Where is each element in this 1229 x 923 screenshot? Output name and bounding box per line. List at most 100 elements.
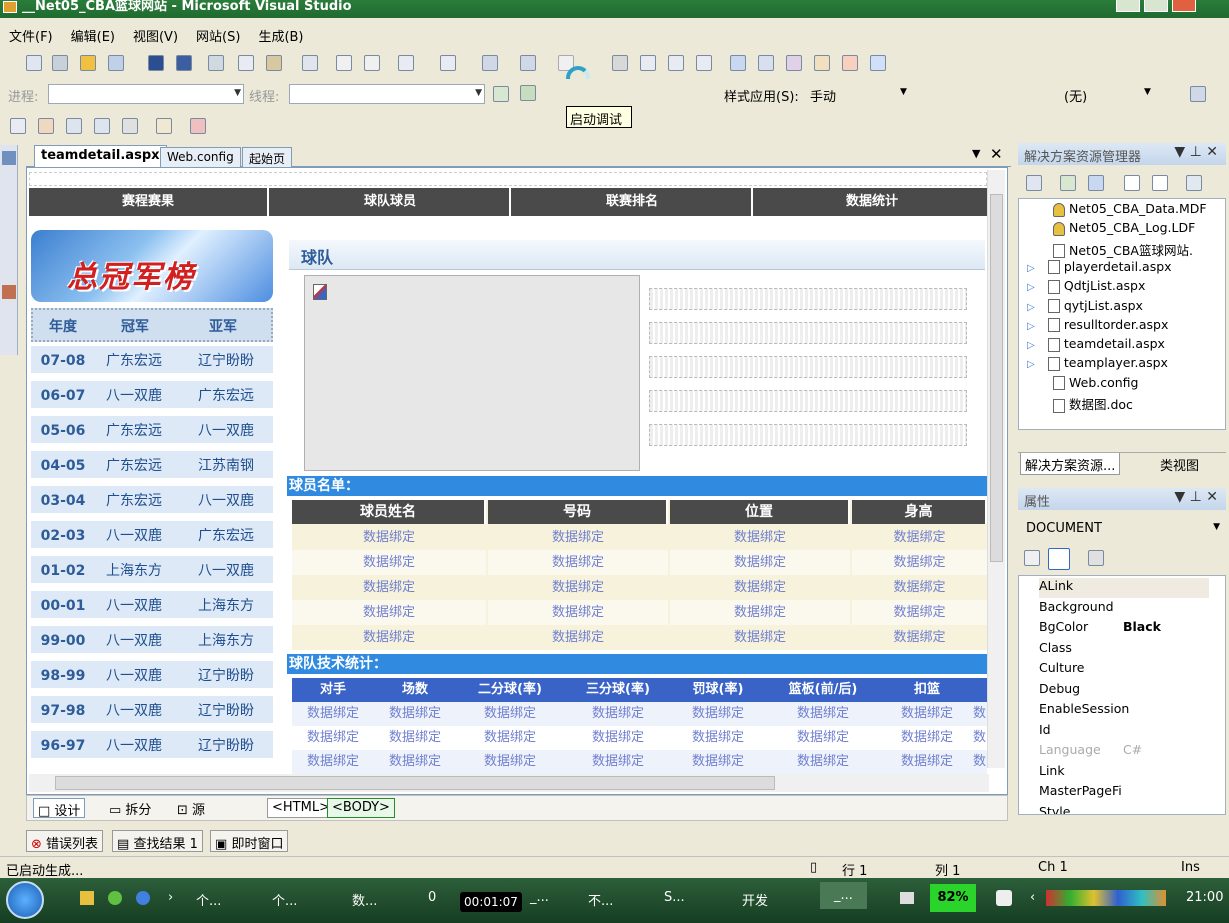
indent-icon[interactable] [10, 118, 26, 134]
minimize-button[interactable] [1116, 0, 1140, 12]
expand-icon[interactable]: ▷ [1027, 282, 1038, 293]
filter-icon[interactable] [493, 86, 509, 102]
format-icon[interactable] [156, 118, 172, 134]
toolbox-strip[interactable] [0, 145, 18, 355]
expand-icon[interactable]: ▷ [1027, 359, 1038, 370]
taskbar-item[interactable]: 0 [428, 890, 436, 905]
tab-start-page[interactable]: 起始页 [242, 147, 293, 167]
menu-build[interactable]: 生成(B) [249, 22, 312, 45]
taskbar-item[interactable]: 开发 [742, 890, 768, 909]
expand-icon[interactable]: ▷ [1027, 263, 1038, 274]
taskbar-item[interactable]: _... [530, 890, 549, 905]
tab-immediate-window[interactable]: ▣ 即时窗口 [210, 830, 289, 852]
navigate-forward-icon[interactable] [520, 55, 536, 71]
copy-icon[interactable] [238, 55, 254, 71]
redo-icon[interactable] [440, 55, 456, 71]
nav-ranking[interactable]: 联赛排名 [513, 188, 753, 216]
solution-file-item[interactable]: ▷ resulltorder.aspx [1027, 317, 1168, 336]
design-view-button[interactable]: □ 设计 [33, 798, 86, 819]
design-surface[interactable]: 赛程赛果 球队球员 联赛排名 数据统计 总冠军榜 年度 冠军 亚军 07-08 广… [26, 167, 1008, 795]
property-row[interactable]: Culture [1039, 660, 1209, 680]
copy-website-icon[interactable] [1186, 175, 1202, 191]
property-value[interactable]: C# [1123, 742, 1142, 757]
toolbox-icon[interactable] [814, 55, 830, 71]
open-folder-icon[interactable] [80, 55, 96, 71]
tab-find-results[interactable]: ▤ 查找结果 1 [112, 830, 203, 852]
menu-website[interactable]: 网站(S) [187, 22, 249, 45]
vertical-scroll-thumb[interactable] [990, 194, 1003, 562]
property-value[interactable]: Black [1123, 619, 1161, 634]
table-icon[interactable] [66, 118, 82, 134]
style-apply-value[interactable]: 手动 [810, 86, 836, 105]
taskbar-item[interactable]: 个... [196, 890, 221, 909]
close-document-icon[interactable]: ✕ [990, 145, 1003, 163]
power-plug-icon[interactable] [996, 890, 1012, 906]
taskbar-item[interactable]: 不... [588, 890, 613, 909]
properties-panel-controls-icon[interactable]: ▼ ⊥ ✕ [1174, 489, 1218, 505]
solution-explorer-icon[interactable] [730, 55, 746, 71]
tray-expand-icon[interactable]: ‹ [1030, 890, 1035, 905]
browser-icon[interactable] [136, 891, 150, 905]
property-row[interactable]: Language C# [1039, 742, 1209, 762]
quick-launch-2-icon[interactable] [108, 891, 122, 905]
property-pages-icon[interactable] [1088, 550, 1104, 566]
design-vertical-scrollbar[interactable] [987, 170, 1005, 768]
open-file-icon[interactable] [108, 55, 124, 71]
toolbox-icon[interactable] [2, 285, 16, 299]
tab-error-list[interactable]: ⊗ 错误列表 [26, 830, 104, 852]
extensions-icon[interactable] [842, 55, 858, 71]
solution-file-item[interactable]: ▷ QdtjList.aspx [1027, 278, 1145, 297]
solution-file-item[interactable]: ▷ teamplayer.aspx [1027, 355, 1168, 374]
panel-controls-icon[interactable]: ▼ ⊥ ✕ [1174, 144, 1218, 160]
menu-edit[interactable]: 编辑(E) [62, 22, 124, 45]
property-row[interactable]: Style [1039, 804, 1209, 815]
tab-solution-explorer[interactable]: 解决方案资源... [1020, 453, 1121, 475]
source-view-button[interactable]: ⊡ 源 [173, 798, 209, 818]
taskbar-item[interactable]: _... [820, 882, 867, 909]
object-dropdown-icon[interactable]: ▼ [1213, 522, 1220, 532]
property-row[interactable]: ALink [1039, 578, 1209, 598]
taskbar-item[interactable]: S... [664, 890, 685, 905]
new-project-icon[interactable] [26, 55, 42, 71]
start-button[interactable] [6, 881, 44, 919]
navigate-icon[interactable] [482, 55, 498, 71]
uncomment-icon[interactable] [364, 55, 380, 71]
solution-file-item[interactable]: 数据图.doc [1053, 394, 1133, 413]
nav-stats[interactable]: 数据统计 [755, 188, 989, 216]
property-row[interactable]: MasterPageFi [1039, 783, 1209, 803]
horizontal-scroll-thumb[interactable] [55, 776, 775, 790]
add-item-icon[interactable] [52, 55, 68, 71]
property-row[interactable]: Class [1039, 640, 1209, 660]
alphabetical-icon[interactable] [1048, 548, 1070, 570]
taskbar-item[interactable]: 数... [352, 890, 377, 909]
layout-icon[interactable] [1190, 86, 1206, 102]
window-icon[interactable] [870, 55, 886, 71]
tab-web-config[interactable]: Web.config [160, 147, 241, 167]
properties-small-icon[interactable] [1026, 175, 1042, 191]
nav-teams[interactable]: 球队球员 [271, 188, 511, 216]
tab-list-dropdown-icon[interactable]: ▼ [972, 147, 980, 160]
form-icon[interactable] [38, 118, 54, 134]
solution-file-item[interactable]: ▷ playerdetail.aspx [1027, 259, 1172, 278]
tag-body-button[interactable]: <BODY> [327, 798, 395, 818]
tab-teamdetail[interactable]: teamdetail.aspx [34, 145, 167, 167]
solution-file-item[interactable]: Web.config [1053, 375, 1138, 394]
paste-icon[interactable] [266, 55, 282, 71]
property-row[interactable]: Background [1039, 599, 1209, 619]
target-schema-value[interactable]: (无) [1064, 86, 1087, 105]
div-icon[interactable] [94, 118, 110, 134]
system-tray-icons[interactable] [1046, 890, 1166, 906]
categorized-icon[interactable] [1024, 550, 1040, 566]
nest-files-icon[interactable] [1088, 175, 1104, 191]
solution-file-item[interactable]: Net05_CBA_Log.LDF [1053, 220, 1195, 239]
step-into-icon[interactable] [640, 55, 656, 71]
view-designer-icon[interactable] [1152, 175, 1168, 191]
design-horizontal-scrollbar[interactable] [29, 774, 989, 792]
nav-schedule[interactable]: 赛程赛果 [29, 188, 269, 216]
menu-file[interactable]: 文件(F) [0, 22, 62, 45]
object-browser-icon[interactable] [786, 55, 802, 71]
tag-html-button[interactable]: <HTML> [267, 798, 335, 818]
close-button[interactable] [1172, 0, 1196, 12]
solution-file-item[interactable]: Net05_CBA篮球网站. [1053, 240, 1193, 259]
solution-file-item[interactable]: ▷ teamdetail.aspx [1027, 336, 1165, 355]
